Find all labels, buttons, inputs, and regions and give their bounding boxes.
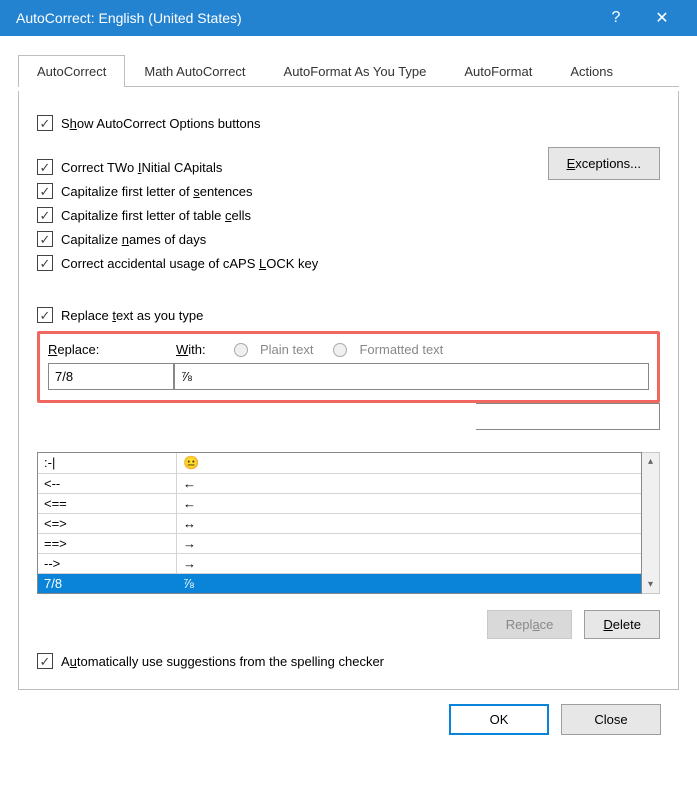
tab-autoformat-type[interactable]: AutoFormat As You Type (265, 55, 446, 87)
replace-button: Replace (487, 610, 573, 639)
check-sentences-label: Capitalize first letter of sentences (61, 184, 252, 199)
scroll-down-icon[interactable]: ▾ (648, 579, 653, 590)
list-cell-replace: <-- (38, 474, 177, 493)
replacement-list[interactable]: :-|😐<--←<==←<=>↔==>→-->→7/8⅞ (37, 452, 642, 594)
delete-button[interactable]: Delete (584, 610, 660, 639)
check-auto-suggest[interactable] (37, 653, 53, 669)
list-cell-replace: <=> (38, 514, 177, 533)
with-label: With: (176, 342, 226, 357)
tab-actions[interactable]: Actions (551, 55, 632, 87)
check-caps-lock-label: Correct accidental usage of cAPS LOCK ke… (61, 256, 318, 271)
check-table-cells-label: Capitalize first letter of table cells (61, 208, 251, 223)
scrollbar[interactable]: ▴ ▾ (642, 452, 660, 594)
help-button[interactable]: ? (593, 0, 639, 36)
list-cell-replace: :-| (38, 453, 177, 473)
close-button[interactable]: Close (561, 704, 661, 735)
check-replace-as-type[interactable] (37, 307, 53, 323)
list-cell-with: → (177, 534, 641, 553)
radio-formatted-text (333, 343, 347, 357)
table-row[interactable]: <--← (38, 474, 641, 494)
table-row[interactable]: -->→ (38, 554, 641, 574)
close-window-button[interactable]: ✕ (639, 0, 685, 36)
check-days-label: Capitalize names of days (61, 232, 206, 247)
tab-autocorrect[interactable]: AutoCorrect (18, 55, 125, 87)
check-two-initial-label: Correct TWo INitial CApitals (61, 160, 222, 175)
table-row[interactable]: :-|😐 (38, 453, 641, 474)
check-replace-as-type-label: Replace text as you type (61, 308, 203, 323)
check-show-options[interactable] (37, 115, 53, 131)
list-cell-with: ↔ (177, 514, 641, 533)
radio-plain-text (234, 343, 248, 357)
check-days[interactable] (37, 231, 53, 247)
tab-pane: Show AutoCorrect Options buttons Excepti… (18, 91, 679, 690)
radio-plain-text-label: Plain text (260, 342, 313, 357)
radio-formatted-text-label: Formatted text (359, 342, 443, 357)
check-caps-lock[interactable] (37, 255, 53, 271)
tabstrip: AutoCorrect Math AutoCorrect AutoFormat … (18, 54, 679, 87)
check-table-cells[interactable] (37, 207, 53, 223)
check-sentences[interactable] (37, 183, 53, 199)
table-row[interactable]: <==← (38, 494, 641, 514)
table-row[interactable]: 7/8⅞ (38, 574, 641, 593)
replace-with-highlight: Replace: With: Plain text Formatted text (37, 331, 660, 403)
ok-button[interactable]: OK (449, 704, 549, 735)
check-two-initial[interactable] (37, 159, 53, 175)
with-input[interactable] (174, 363, 649, 390)
check-auto-suggest-label: Automatically use suggestions from the s… (61, 654, 384, 669)
list-cell-replace: <== (38, 494, 177, 513)
list-cell-with: 😐 (177, 453, 641, 473)
tab-autoformat[interactable]: AutoFormat (445, 55, 551, 87)
window-title: AutoCorrect: English (United States) (16, 10, 593, 26)
titlebar: AutoCorrect: English (United States) ? ✕ (0, 0, 697, 36)
list-cell-with: ← (177, 494, 641, 513)
list-cell-replace: ==> (38, 534, 177, 553)
replace-input[interactable] (48, 363, 174, 390)
list-cell-with: → (177, 554, 641, 573)
tab-math-autocorrect[interactable]: Math AutoCorrect (125, 55, 264, 87)
list-cell-replace: 7/8 (38, 574, 177, 593)
scroll-up-icon[interactable]: ▴ (648, 456, 653, 467)
replace-label: Replace: (48, 342, 168, 357)
exceptions-button[interactable]: Exceptions... (548, 147, 660, 180)
with-input-tail (476, 403, 660, 430)
check-show-options-label: Show AutoCorrect Options buttons (61, 116, 260, 131)
list-cell-replace: --> (38, 554, 177, 573)
table-row[interactable]: <=>↔ (38, 514, 641, 534)
table-row[interactable]: ==>→ (38, 534, 641, 554)
list-cell-with: ← (177, 474, 641, 493)
list-cell-with: ⅞ (177, 574, 641, 593)
